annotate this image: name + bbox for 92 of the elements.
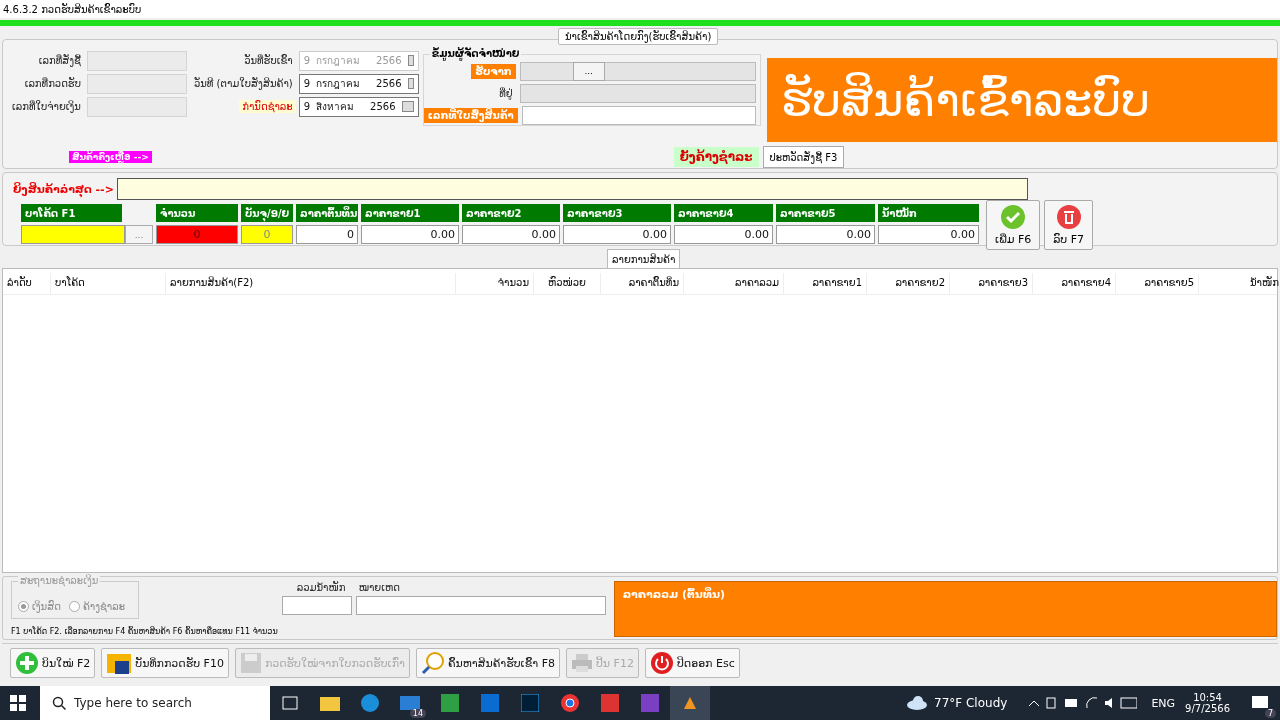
field-label: ທີ່ຢູ່: [498, 86, 514, 100]
field-label: ຮັບຈາກ: [471, 63, 516, 79]
column-header: ລາຄາຂາຍ5: [1116, 273, 1199, 294]
supplier-field[interactable]: ...: [519, 61, 756, 81]
column-header: ລາຄາຂາຍ5: [776, 204, 875, 222]
column-header: ລາຄາຂາຍ1: [784, 273, 867, 294]
column-header: ລາຄາຕົ້ນທຶນ: [601, 273, 684, 294]
delivery-number-field[interactable]: [521, 105, 756, 125]
value-field[interactable]: 0.00: [674, 225, 773, 244]
column-header: ບັນຈຸ/ອ/ຍ: [241, 204, 293, 222]
date-picker[interactable]: 9 สิงหาคม 2566: [298, 96, 419, 117]
column-header: ລາຄາຂາຍ4: [1033, 273, 1116, 294]
value-field[interactable]: [21, 225, 125, 244]
column-header: ລາຄາຂາຍ2: [462, 204, 560, 222]
calendar-icon: [407, 55, 414, 66]
browse-button[interactable]: ...: [125, 225, 153, 244]
group-title: ຂໍ້ມູນຜູ້ຈັດຈຳໜ່າຍ: [429, 48, 522, 59]
floppy-icon: [239, 652, 262, 674]
calendar-icon: [401, 101, 414, 112]
group-title: ນຳເຂົ້າສິນຄ້າໂດຍກົງ(ຮັບເຂົ້າສິນຄ້າ): [558, 28, 719, 45]
value-field[interactable]: 0.00: [776, 225, 875, 244]
address-field[interactable]: [519, 83, 756, 103]
group-title: ສະຖານະຊຳລະເງິນ: [18, 575, 101, 586]
trash-icon: [1055, 204, 1082, 230]
language-indicator[interactable]: ENG: [1151, 696, 1176, 710]
toolbar-button[interactable]: ບິນໃໝ່ F2: [10, 648, 96, 678]
add-button[interactable]: ເພີ່ມ F6: [986, 200, 1041, 250]
field-label: ວັນທີ່ຮັບເຂົ້າ: [243, 54, 294, 67]
field-label: ລວມນ້ຳໜັກ: [295, 581, 347, 594]
field-label: ເລກທີ່ໃບຈ່າຍເງິນ: [11, 100, 82, 113]
column-header: ນ້ຳໜັກ: [878, 204, 979, 222]
column-header: ລາຄາຂາຍ2: [867, 273, 950, 294]
clock-time: 10:54: [1193, 692, 1222, 703]
column-header: ນ້ຳໜັກ: [1199, 273, 1280, 294]
field-label: ໝາຍເຫດ: [357, 581, 401, 594]
value-field[interactable]: 0.00: [462, 225, 560, 244]
field-label: ວັນທີ (ຕາມໃບສັ່ງສິນຄ້າ): [192, 77, 294, 90]
calendar-icon: [407, 78, 414, 89]
app-icon[interactable]: [670, 686, 710, 720]
clock-date: 9/7/2566: [1185, 703, 1230, 714]
field-label: ກຳນົດຊຳລະ: [239, 100, 296, 113]
value-field[interactable]: 0: [241, 225, 293, 244]
scan-label: ຍິງສິນຄ້າລ່າສຸດ -->: [13, 182, 114, 196]
scan-field[interactable]: [116, 178, 1028, 200]
field-label: ເລກທີ່ສັ່ງຊື້: [37, 54, 82, 67]
value-field[interactable]: 0: [296, 225, 358, 244]
delete-button[interactable]: ລົບ F7: [1044, 200, 1094, 250]
value-field[interactable]: 0.00: [361, 225, 459, 244]
notification-icon[interactable]: [1251, 695, 1269, 711]
value-field[interactable]: 0.00: [563, 225, 671, 244]
folder-icon: [106, 651, 133, 675]
cloud-icon: [906, 696, 928, 710]
field-label: ເລກທີ່ໃບສົ່ງສິນຄ້າ: [423, 107, 518, 123]
value-field[interactable]: 0.00: [878, 225, 979, 244]
column-header: ລາຄາຂາຍ3: [563, 204, 671, 222]
plus-icon: [15, 651, 39, 675]
column-header: ລາຄາຂາຍ3: [950, 273, 1033, 294]
shortcut-hint: F1 ບາໂຄ້ດ F2. ເລືອກລາຍການ F4 ຄົ້ນຫາສິນຄ້າ F6 ຄົ້ນຫາຄືອແທນ F11 ຈຳນວນ: [11, 627, 278, 636]
search-icon: [52, 696, 66, 710]
column-header: ບາໂຄ້ດ F1: [21, 204, 122, 222]
column-header: ລາຍການສິນຄ້າ(F2): [166, 273, 456, 294]
unpaid-label: ຍັງຄ້າງຊຳລະ: [673, 147, 759, 167]
taskbar-search[interactable]: Type here to search: [40, 686, 270, 720]
notification-badge: 14: [409, 709, 426, 718]
field-label: ເລກທີ່ກວດຮັບ: [23, 77, 82, 90]
magnifier-icon: [420, 651, 445, 675]
weight-field[interactable]: [281, 596, 352, 615]
history-button[interactable]: ປະຫວັດສັ່ງຊື້ F3: [762, 146, 845, 168]
column-header: ລຳດັບ: [3, 273, 51, 294]
toolbar-button[interactable]: ປິດອອກ Esc: [644, 648, 740, 678]
column-header: ລາຄາລວມ: [684, 273, 784, 294]
tab[interactable]: ລາຍການສິນຄ້າ: [607, 249, 681, 269]
toolbar-button[interactable]: ບັນທຶກກວດຮັບ F10: [101, 648, 229, 678]
banner: ຮັບສິນຄ້າເຂົ້າລະບົບ: [766, 58, 1277, 142]
column-header: ລາຄາຂາຍ4: [674, 204, 773, 222]
column-header: ຈຳນວນ: [456, 273, 534, 294]
column-header: ຈຳນວນ: [156, 204, 238, 222]
column-header: ຫົວໜ່ວຍ: [534, 273, 601, 294]
weather-text: 77°F Cloudy: [934, 696, 1008, 710]
total-panel: ລາຄາລວມ (ຕົ້ນທຶນ): [613, 581, 1277, 637]
column-header: ລາຄາຕົ້ນທຶນ: [296, 204, 358, 222]
check-icon: [1000, 204, 1027, 230]
column-header: ບາໂຄ້ດ: [51, 273, 166, 294]
note-field[interactable]: [355, 596, 606, 615]
column-header: ລາຄາຂາຍ1: [361, 204, 459, 222]
power-icon: [649, 651, 674, 675]
browse-button[interactable]: ...: [572, 61, 605, 81]
toolbar-button[interactable]: ຄົ້ນຫາສິນຄ້າຮັບເຂົ້າ F8: [415, 648, 560, 678]
notification-badge: 7: [1264, 709, 1276, 718]
date-picker[interactable]: 9 กรกฎาคม 2566: [298, 73, 419, 94]
printer-icon: [571, 653, 593, 673]
window-title: 4.6.3.2 ກວດຮັບສິນຄ້າເຂົ້າລະບົບ: [0, 0, 1280, 18]
